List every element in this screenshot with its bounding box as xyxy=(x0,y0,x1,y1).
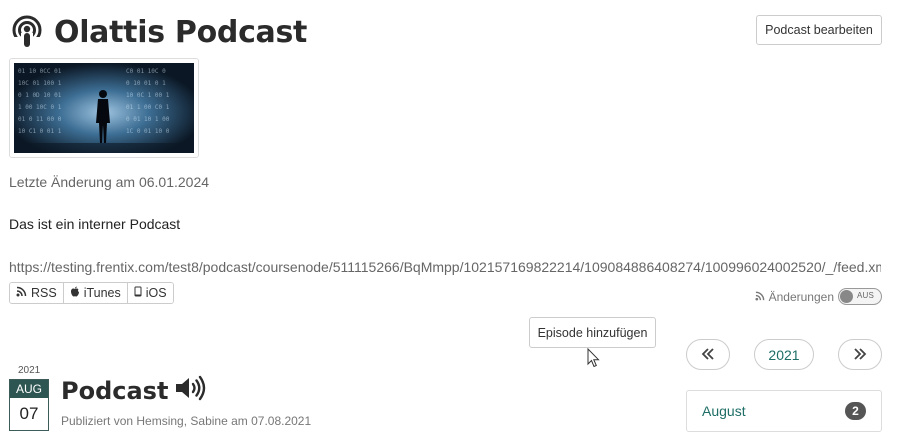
svg-text:0 01 10 1 00: 0 01 10 1 00 xyxy=(126,116,170,123)
mobile-icon xyxy=(134,286,142,300)
podcast-cover-image: 01 10 0CC 01 10C 01 100 1 0 1 0D 10 01 1… xyxy=(14,63,194,153)
itunes-button[interactable]: iTunes xyxy=(63,283,128,303)
podcast-description: Das ist ein interner Podcast xyxy=(9,216,181,232)
next-year-button[interactable] xyxy=(838,339,882,370)
svg-text:01 0 11 00 0: 01 0 11 00 0 xyxy=(18,116,62,123)
ios-label: iOS xyxy=(145,286,167,300)
svg-text:0 1 0D 10 01: 0 1 0D 10 01 xyxy=(18,92,62,99)
svg-text:10 0C 1 00 1: 10 0C 1 00 1 xyxy=(126,92,170,99)
episode-year: 2021 xyxy=(18,365,41,376)
month-label: August xyxy=(702,403,746,419)
rss-icon xyxy=(16,286,27,300)
feed-url[interactable]: https://testing.frentix.com/test8/podcas… xyxy=(9,259,881,275)
itunes-label: iTunes xyxy=(83,286,121,300)
episode-publish-info: Publiziert von Hemsing, Sabine am 07.08.… xyxy=(61,414,312,428)
apple-icon xyxy=(70,286,80,300)
page-title: Olattis Podcast xyxy=(54,14,308,50)
podcast-icon xyxy=(12,14,44,50)
page-header: Olattis Podcast xyxy=(12,12,307,52)
changes-subscription: Änderungen AUS xyxy=(755,288,882,305)
add-episode-button[interactable]: Episode hinzufügen xyxy=(529,317,656,348)
episode-title[interactable]: Podcast xyxy=(61,375,206,407)
mouse-cursor-icon xyxy=(587,347,601,374)
changes-toggle[interactable]: AUS xyxy=(838,288,882,305)
subscribe-button-group: RSS iTunes iOS xyxy=(9,282,174,304)
svg-text:10C 01 100 1: 10C 01 100 1 xyxy=(18,80,62,87)
svg-text:1C 0 01 10 0: 1C 0 01 10 0 xyxy=(126,128,170,135)
episode-count-badge: 2 xyxy=(845,402,866,420)
rss-button[interactable]: RSS xyxy=(10,283,64,303)
svg-text:01 10 0CC 01: 01 10 0CC 01 xyxy=(18,68,62,75)
episode-day: 07 xyxy=(19,404,39,423)
episode-date-badge: AUG 07 xyxy=(9,379,49,431)
rss-label: RSS xyxy=(31,286,57,300)
svg-text:01 1 00 C0 1: 01 1 00 C0 1 xyxy=(126,104,170,111)
svg-text:C0 01 10C 0: C0 01 10C 0 xyxy=(126,68,166,75)
previous-year-button[interactable] xyxy=(686,339,730,370)
volume-icon xyxy=(174,375,206,407)
toggle-state-label: AUS xyxy=(857,291,875,300)
rss-icon xyxy=(755,290,765,304)
last-change-date: Letzte Änderung am 06.01.2024 xyxy=(9,174,210,190)
double-chevron-left-icon xyxy=(701,347,715,363)
podcast-thumbnail: 01 10 0CC 01 10C 01 100 1 0 1 0D 10 01 1… xyxy=(9,58,199,158)
svg-text:0 10 01 0 1: 0 10 01 0 1 xyxy=(126,80,166,87)
month-item-august[interactable]: August 2 xyxy=(686,390,882,432)
edit-podcast-button[interactable]: Podcast bearbeiten xyxy=(756,15,882,45)
svg-text:10 C1 0 01 1: 10 C1 0 01 1 xyxy=(18,128,62,135)
episode-title-text: Podcast xyxy=(61,377,169,405)
toggle-knob xyxy=(840,290,853,303)
changes-label: Änderungen xyxy=(768,289,834,304)
episode-month: AUG xyxy=(10,380,48,398)
current-year-button[interactable]: 2021 xyxy=(754,339,814,370)
ios-button[interactable]: iOS xyxy=(127,283,173,303)
svg-text:1 00 10C 0 1: 1 00 10C 0 1 xyxy=(18,104,62,111)
double-chevron-right-icon xyxy=(853,347,867,363)
